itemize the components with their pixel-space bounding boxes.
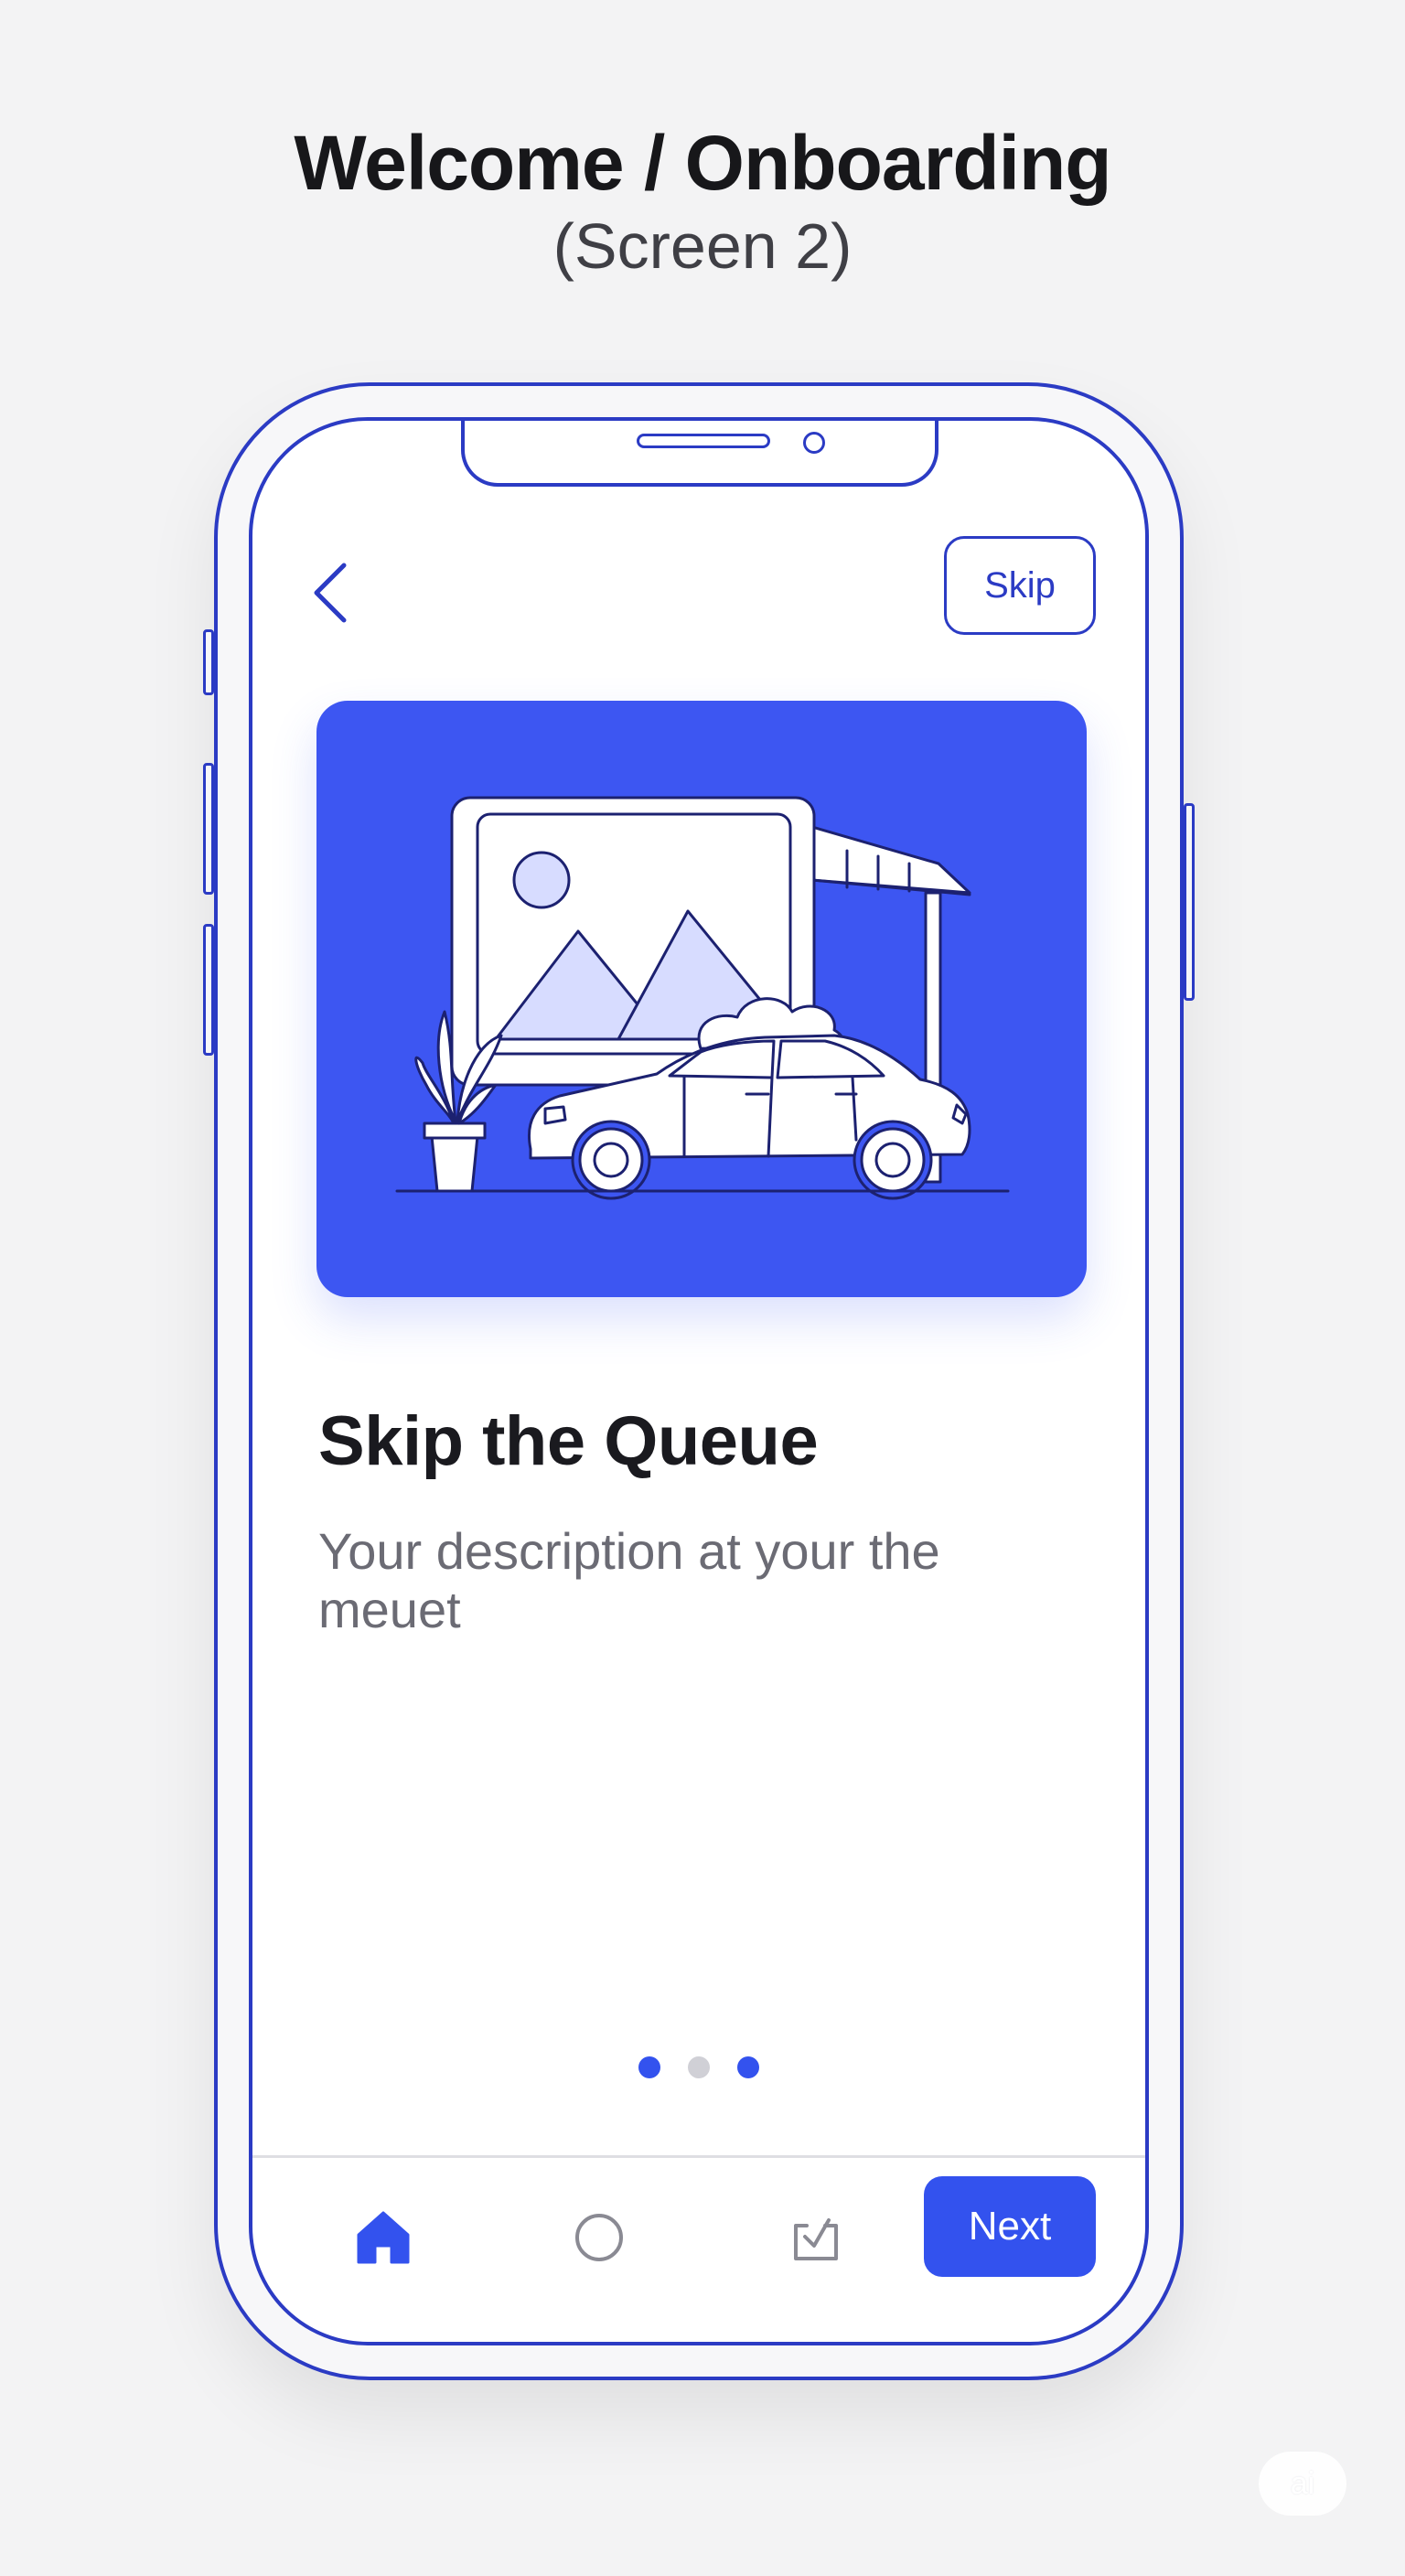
- front-camera: [803, 432, 825, 454]
- phone-side-button-mute: [203, 629, 214, 695]
- page-dot-2[interactable]: [688, 2056, 710, 2078]
- skip-button[interactable]: Skip: [944, 536, 1096, 635]
- home-icon: [357, 2211, 410, 2264]
- watermark-badge: ai: [1259, 2452, 1346, 2516]
- hero-illustration-card: [316, 701, 1087, 1297]
- page-dot-3[interactable]: [737, 2056, 759, 2078]
- phone-screen: Skip Skip the Queue Your description at …: [249, 417, 1149, 2345]
- nav-home-button[interactable]: [351, 2206, 415, 2270]
- car-illustration: [395, 796, 1010, 1200]
- onboarding-description: Your description at your the meuet: [318, 1522, 940, 1638]
- pagination-dots: [252, 2056, 1145, 2078]
- back-button[interactable]: [302, 556, 357, 629]
- speaker-grille: [637, 434, 770, 448]
- nav-inbox-button[interactable]: [783, 2206, 847, 2270]
- page-dot-1[interactable]: [638, 2056, 660, 2078]
- page-subtitle: (Screen 2): [552, 209, 853, 282]
- page-header: Welcome / Onboarding (Screen 2): [0, 119, 1405, 282]
- phone-side-button-power: [1184, 803, 1195, 1001]
- next-button[interactable]: Next: [924, 2176, 1096, 2277]
- phone-side-button-volume-down: [203, 924, 214, 1056]
- onboarding-title: Skip the Queue: [318, 1402, 819, 1480]
- bottom-navigation-bar: Next: [252, 2155, 1145, 2342]
- inbox-check-icon: [794, 2218, 838, 2260]
- phone-side-button-volume-up: [203, 763, 214, 895]
- nav-circle-button[interactable]: [567, 2206, 631, 2270]
- phone-notch: [461, 421, 938, 487]
- circle-icon: [575, 2214, 623, 2261]
- chevron-left-icon: [314, 563, 347, 623]
- page-title: Welcome / Onboarding: [294, 120, 1111, 206]
